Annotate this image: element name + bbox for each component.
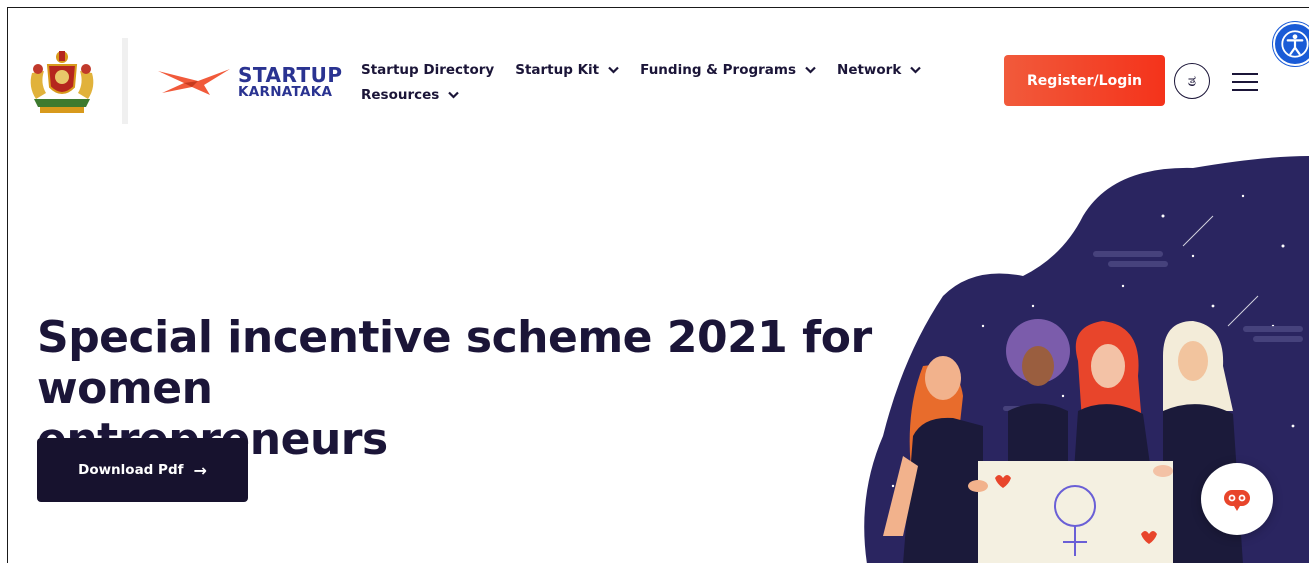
startup-karnataka-bird-icon xyxy=(158,69,230,95)
site-header: STARTUP KARNATAKA Startup Directory Star… xyxy=(8,8,1309,133)
logo-text: STARTUP KARNATAKA xyxy=(238,65,343,100)
chatbot-button[interactable] xyxy=(1201,463,1273,535)
hamburger-menu-icon[interactable] xyxy=(1230,70,1260,94)
nav-row: Resources xyxy=(361,84,931,106)
nav-row: Startup Directory Startup Kit Funding & … xyxy=(361,59,931,81)
hero-title-line-1: Special incentive scheme 2021 for women xyxy=(37,312,872,414)
nav-label: Startup Directory xyxy=(361,62,495,78)
header-divider xyxy=(122,38,128,124)
arrow-right-icon: → xyxy=(193,460,207,480)
nav-label: Funding & Programs xyxy=(640,62,797,78)
chevron-down-icon xyxy=(910,66,922,74)
nav-label: Startup Kit xyxy=(515,62,600,78)
page-frame: STARTUP KARNATAKA Startup Directory Star… xyxy=(7,7,1309,563)
nav-label: Resources xyxy=(361,87,440,103)
nav-resources[interactable]: Resources xyxy=(361,87,460,103)
nav-startup-directory[interactable]: Startup Directory xyxy=(361,62,494,78)
chatbot-icon xyxy=(1224,490,1250,511)
chevron-down-icon xyxy=(448,91,460,99)
nav-label: Network xyxy=(837,62,902,78)
startup-karnataka-logo[interactable]: STARTUP KARNATAKA xyxy=(158,62,343,102)
download-pdf-label: Download Pdf xyxy=(78,462,184,478)
nav-funding-programs[interactable]: Funding & Programs xyxy=(640,62,816,78)
logo-text-bottom: KARNATAKA xyxy=(238,83,333,100)
nav-startup-kit[interactable]: Startup Kit xyxy=(515,62,619,78)
chevron-down-icon xyxy=(608,66,619,74)
accessibility-icon[interactable] xyxy=(1273,22,1309,66)
kannada-language-icon: ತ xyxy=(1187,71,1197,90)
karnataka-emblem-icon[interactable] xyxy=(26,47,98,115)
chevron-down-icon xyxy=(805,66,816,74)
main-nav: Startup Directory Startup Kit Funding & … xyxy=(361,59,931,106)
language-toggle-button[interactable]: ತ xyxy=(1174,63,1210,99)
nav-network[interactable]: Network xyxy=(837,62,922,78)
register-login-button[interactable]: Register/Login xyxy=(1004,55,1165,106)
download-pdf-button[interactable]: Download Pdf → xyxy=(37,438,248,502)
logo-text-top: STARTUP xyxy=(238,62,343,87)
